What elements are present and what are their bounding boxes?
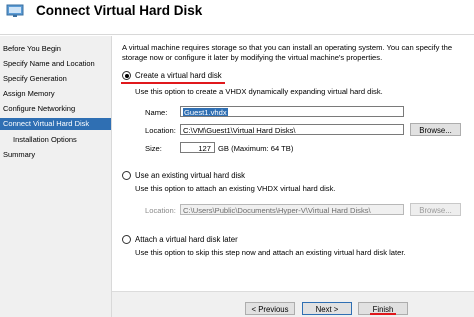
attach-later-label[interactable]: Attach a virtual hard disk later [135, 235, 238, 244]
existing-vhd-description: Use this option to attach an existing VH… [135, 184, 336, 193]
attach-later-description: Use this option to skip this step now an… [135, 248, 406, 257]
nav-item-assign-memory[interactable]: Assign Memory [0, 88, 111, 100]
next-button[interactable]: Next > [302, 302, 352, 315]
size-label: Size: [145, 144, 162, 153]
create-vhd-radio[interactable] [122, 71, 131, 80]
nav-item-summary[interactable]: Summary [0, 149, 111, 161]
size-input[interactable]: 127 [180, 142, 215, 153]
highlight-underline [121, 82, 225, 84]
wizard-footer: < Previous Next > Finish [112, 292, 474, 317]
wizard-monitor-icon [6, 4, 24, 17]
nav-item-specify-generation[interactable]: Specify Generation [0, 73, 111, 85]
nav-item-configure-networking[interactable]: Configure Networking [0, 103, 111, 115]
wizard-steps-nav: Before You Begin Specify Name and Locati… [0, 36, 112, 317]
nav-item-connect-virtual-hard-disk[interactable]: Connect Virtual Hard Disk [0, 118, 111, 130]
location-label: Location: [145, 126, 176, 135]
existing-browse-button[interactable]: Browse... [410, 203, 461, 216]
location-input[interactable]: C:\VM\Guest1\Virtual Hard Disks\ [180, 124, 404, 135]
previous-button[interactable]: < Previous [245, 302, 295, 315]
create-vhd-label[interactable]: Create a virtual hard disk [135, 71, 222, 80]
nav-item-installation-options[interactable]: Installation Options [0, 134, 111, 146]
name-input[interactable]: Guest1.vhdx [180, 106, 404, 117]
existing-location-label: Location: [145, 206, 176, 215]
nav-item-specify-name-location[interactable]: Specify Name and Location [0, 58, 111, 70]
attach-later-radio[interactable] [122, 235, 131, 244]
wizard-header: Connect Virtual Hard Disk [0, 0, 474, 35]
existing-vhd-radio[interactable] [122, 171, 131, 180]
existing-vhd-label[interactable]: Use an existing virtual hard disk [135, 171, 245, 180]
name-value: Guest1.vhdx [183, 108, 228, 117]
create-vhd-description: Use this option to create a VHDX dynamic… [135, 87, 383, 96]
size-unit: GB (Maximum: 64 TB) [218, 144, 294, 153]
name-label: Name: [145, 108, 168, 117]
existing-location-input[interactable]: C:\Users\Public\Documents\Hyper-V\Virtua… [180, 204, 404, 215]
page-description: A virtual machine requires storage so th… [122, 43, 453, 62]
main-content: A virtual machine requires storage so th… [112, 36, 474, 317]
finish-highlight-underline [370, 313, 396, 315]
page-title: Connect Virtual Hard Disk [36, 3, 203, 18]
nav-item-before-you-begin[interactable]: Before You Begin [0, 43, 111, 55]
browse-button[interactable]: Browse... [410, 123, 461, 136]
